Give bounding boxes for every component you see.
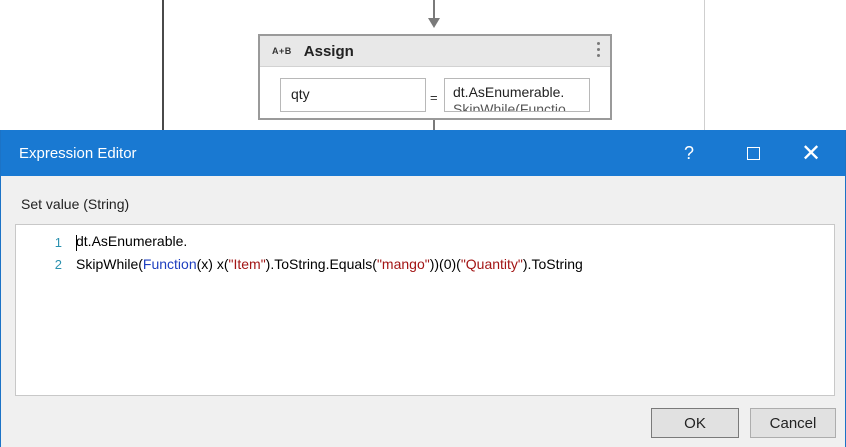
maximize-icon — [746, 146, 760, 160]
workflow-designer: A+B Assign qty = dt.AsEnumerable. SkipWh… — [0, 0, 846, 132]
assign-icon: A+B — [272, 46, 292, 56]
sequence-border-right — [704, 0, 705, 130]
expression-editor-dialog: Expression Editor ? ✕ Set value (String)… — [0, 130, 846, 447]
sequence-border-left — [162, 0, 164, 130]
set-value-label: Set value (String) — [21, 196, 130, 212]
activity-title: Assign — [303, 42, 354, 60]
dialog-title: Expression Editor — [19, 144, 137, 162]
assign-value-line1: dt.AsEnumerable. — [453, 84, 565, 100]
assign-activity-header[interactable]: A+B Assign — [260, 36, 610, 67]
code-token-string: "mango" — [376, 256, 430, 272]
assign-to-field[interactable]: qty — [280, 78, 426, 112]
code-token: ).ToString.Equals( — [265, 256, 377, 272]
assign-value-field[interactable]: dt.AsEnumerable. SkipWhile(Functio — [444, 78, 590, 112]
code-line: 1 dt.AsEnumerable. — [16, 231, 187, 253]
line-number: 1 — [54, 234, 62, 250]
code-token-string: "Quantity" — [460, 256, 523, 272]
code-content: SkipWhile(Function(x) x("Item").ToString… — [76, 256, 583, 272]
code-token: SkipWhile( — [76, 256, 143, 272]
code-token: ).ToString — [522, 256, 583, 272]
assign-value-line2: SkipWhile(Functio — [453, 101, 566, 112]
code-line: 2 SkipWhile(Function(x) x("Item").ToStri… — [16, 253, 583, 275]
flow-connector — [433, 0, 435, 18]
code-token-string: "Item" — [228, 256, 266, 272]
line-number: 2 — [54, 256, 62, 272]
flow-arrow-icon — [428, 18, 440, 28]
expression-editor-textarea[interactable]: 1 dt.AsEnumerable. 2 SkipWhile(Function(… — [15, 224, 835, 396]
code-token-keyword: Function — [142, 256, 197, 272]
code-token: dt.AsEnumerable. — [76, 233, 188, 250]
equals-sign: = — [430, 90, 438, 105]
ok-button[interactable]: OK — [651, 408, 739, 438]
cancel-button[interactable]: Cancel — [750, 408, 836, 438]
maximize-button[interactable] — [725, 130, 781, 176]
assign-activity[interactable]: A+B Assign qty = dt.AsEnumerable. SkipWh… — [258, 34, 612, 120]
activity-menu-icon[interactable] — [597, 42, 600, 60]
code-token: ))(0)( — [429, 256, 461, 272]
code-content: dt.AsEnumerable. — [76, 233, 188, 251]
close-button[interactable]: ✕ — [783, 130, 839, 176]
help-button[interactable]: ? — [661, 130, 717, 176]
dialog-titlebar[interactable]: Expression Editor ? ✕ — [1, 130, 845, 176]
code-token: (x) x( — [196, 256, 229, 272]
